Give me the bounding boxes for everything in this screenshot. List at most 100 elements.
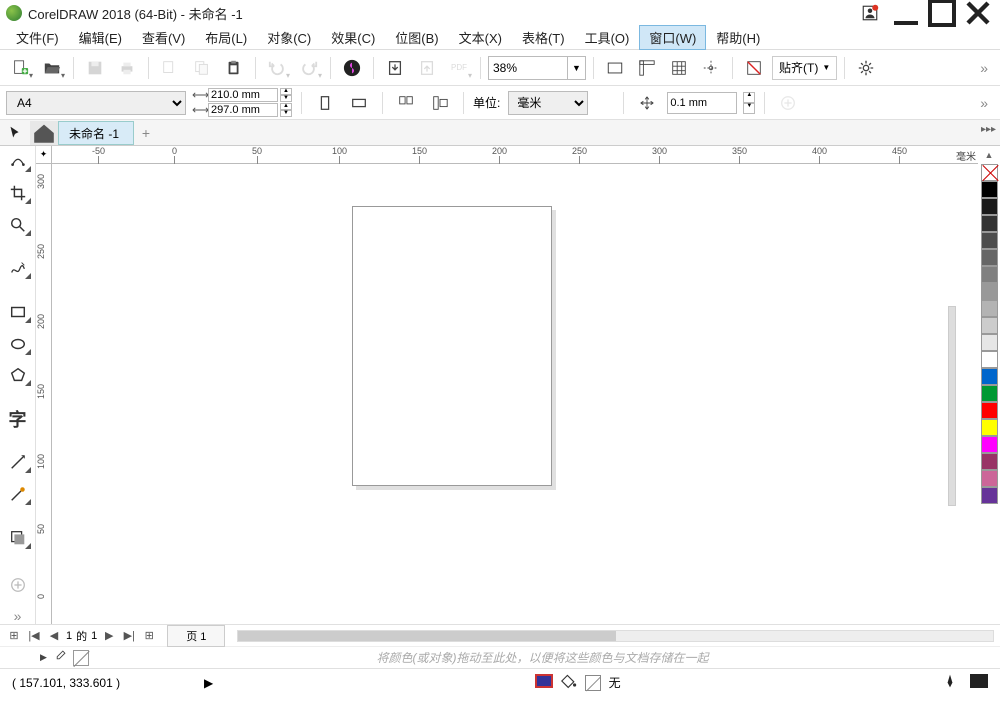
page-canvas[interactable]: [352, 206, 552, 486]
add-tab-button[interactable]: +: [134, 121, 158, 145]
add-page-start-button[interactable]: ⊞: [6, 629, 22, 642]
crop-tool[interactable]: [3, 180, 33, 206]
print-button[interactable]: [113, 54, 141, 82]
save-button[interactable]: [81, 54, 109, 82]
zoom-input[interactable]: [488, 56, 568, 80]
color-swatch[interactable]: [981, 385, 998, 402]
menu-table[interactable]: 表格(T): [512, 25, 575, 50]
status-play-icon[interactable]: ▶: [204, 676, 213, 690]
document-tab[interactable]: 未命名 -1: [58, 121, 134, 145]
menu-tools[interactable]: 工具(O): [575, 25, 640, 50]
maximize-button[interactable]: [926, 2, 958, 24]
options-button[interactable]: [852, 54, 880, 82]
vertical-ruler[interactable]: 300250200150100500: [36, 164, 52, 624]
color-swatch[interactable]: [981, 334, 998, 351]
zoom-tool[interactable]: [3, 212, 33, 238]
palette-menu-button[interactable]: ▶: [40, 652, 47, 663]
menu-edit[interactable]: 编辑(E): [69, 25, 132, 50]
vertical-scrollbar[interactable]: [948, 306, 956, 506]
all-pages-button[interactable]: [392, 89, 420, 117]
snap-to-dropdown[interactable]: 贴齐(T)▼: [772, 56, 837, 80]
menu-help[interactable]: 帮助(H): [706, 25, 770, 50]
eyedropper-icon[interactable]: [53, 649, 67, 666]
outline-pen-icon[interactable]: [942, 673, 958, 692]
page-tab[interactable]: 页 1: [167, 625, 225, 647]
horizontal-scrollbar[interactable]: [237, 630, 994, 642]
show-rulers-button[interactable]: [633, 54, 661, 82]
show-grid-button[interactable]: [665, 54, 693, 82]
color-swatch[interactable]: [981, 436, 998, 453]
new-button[interactable]: [6, 54, 34, 82]
landscape-button[interactable]: [345, 89, 373, 117]
text-tool[interactable]: 字: [3, 406, 33, 432]
rectangle-tool[interactable]: [3, 299, 33, 325]
current-page-button[interactable]: [426, 89, 454, 117]
ellipse-tool[interactable]: [3, 331, 33, 357]
ruler-origin-button[interactable]: ✦: [36, 146, 52, 164]
color-swatch[interactable]: [981, 351, 998, 368]
color-swatch[interactable]: [981, 419, 998, 436]
menu-file[interactable]: 文件(F): [6, 25, 69, 50]
menu-bitmaps[interactable]: 位图(B): [385, 25, 448, 50]
dimension-tool[interactable]: [3, 450, 33, 476]
color-swatch[interactable]: [981, 453, 998, 470]
paper-size-select[interactable]: A4: [6, 91, 186, 115]
no-color-swatch[interactable]: [73, 650, 89, 666]
color-swatch[interactable]: [981, 215, 998, 232]
color-swatch[interactable]: [981, 317, 998, 334]
minimize-button[interactable]: [890, 2, 922, 24]
undo-button[interactable]: [263, 54, 291, 82]
menu-effects[interactable]: 效果(C): [321, 25, 385, 50]
freehand-tool[interactable]: [3, 255, 33, 281]
color-proof-icon[interactable]: [535, 674, 553, 691]
palette-scroll-up[interactable]: ▲: [985, 150, 994, 164]
menu-view[interactable]: 查看(V): [132, 25, 195, 50]
show-guidelines-button[interactable]: [697, 54, 725, 82]
horizontal-ruler[interactable]: 毫米 -50050100150200250300350400450: [52, 146, 978, 164]
menu-text[interactable]: 文本(X): [449, 25, 512, 50]
pick-tool-tabrow[interactable]: [0, 121, 30, 145]
width-spinner[interactable]: ▲▼: [280, 88, 292, 102]
unit-select[interactable]: 毫米: [508, 91, 588, 115]
menu-window[interactable]: 窗口(W): [639, 25, 706, 50]
copy-button[interactable]: [188, 54, 216, 82]
welcome-tab-button[interactable]: [30, 121, 58, 145]
prev-page-button[interactable]: ◀: [46, 629, 62, 642]
tab-overflow-icon[interactable]: ▸▸▸: [981, 124, 996, 135]
color-swatch[interactable]: [981, 181, 998, 198]
toolbox-overflow-button[interactable]: »: [8, 608, 28, 624]
cut-button[interactable]: [156, 54, 184, 82]
color-swatch[interactable]: [981, 470, 998, 487]
propbar-overflow-button[interactable]: »: [974, 95, 994, 111]
add-tool-button[interactable]: [3, 572, 33, 598]
color-swatch[interactable]: [981, 198, 998, 215]
color-swatch[interactable]: [981, 232, 998, 249]
toolbar-overflow-button[interactable]: »: [974, 60, 994, 76]
duplicate-distance-button[interactable]: [774, 89, 802, 117]
menu-object[interactable]: 对象(C): [257, 25, 321, 50]
color-swatch[interactable]: [981, 368, 998, 385]
page-width-input[interactable]: [208, 88, 278, 102]
close-button[interactable]: [962, 2, 994, 24]
color-swatch[interactable]: [981, 300, 998, 317]
drop-shadow-tool[interactable]: [3, 525, 33, 551]
zoom-level-combo[interactable]: ▼: [488, 56, 586, 80]
next-page-button[interactable]: ▶: [101, 629, 117, 642]
nudge-distance-input[interactable]: [667, 92, 737, 114]
nudge-spinner[interactable]: ▲▼: [743, 92, 755, 114]
drawing-surface[interactable]: [52, 164, 978, 624]
snap-off-button[interactable]: [740, 54, 768, 82]
outline-color-icon[interactable]: [970, 674, 988, 691]
first-page-button[interactable]: |◀: [26, 629, 42, 642]
add-page-end-button[interactable]: ⊞: [141, 629, 157, 642]
color-swatch[interactable]: [981, 283, 998, 300]
menu-layout[interactable]: 布局(L): [195, 25, 257, 50]
color-swatch[interactable]: [981, 164, 998, 181]
import-button[interactable]: [381, 54, 409, 82]
portrait-button[interactable]: [311, 89, 339, 117]
polygon-tool[interactable]: [3, 363, 33, 389]
connector-tool[interactable]: [3, 481, 33, 507]
publish-pdf-button[interactable]: PDF: [445, 54, 473, 82]
user-account-button[interactable]: [854, 2, 886, 24]
search-content-button[interactable]: [338, 54, 366, 82]
